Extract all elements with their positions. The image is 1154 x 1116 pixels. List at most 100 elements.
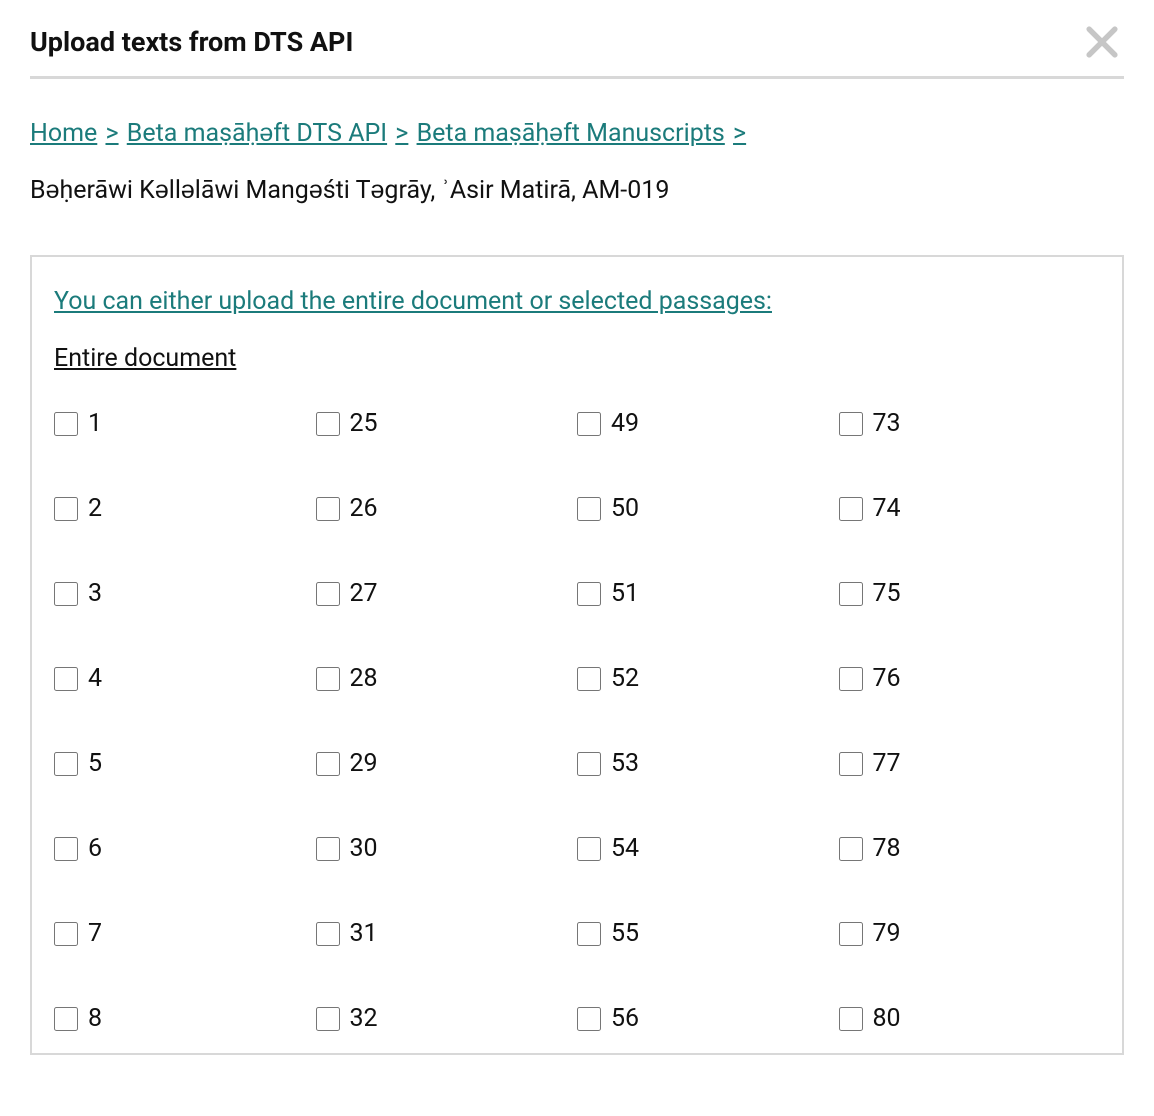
passage-checkbox-item: 29 — [316, 749, 578, 778]
passage-label[interactable]: 29 — [350, 749, 378, 778]
passage-checkbox[interactable] — [54, 412, 78, 436]
close-icon[interactable] — [1080, 20, 1124, 64]
passage-checkbox-item: 78 — [839, 834, 1101, 863]
passage-checkbox[interactable] — [839, 412, 863, 436]
passage-checkbox[interactable] — [839, 837, 863, 861]
passage-label[interactable]: 51 — [611, 579, 639, 608]
passage-checkbox[interactable] — [577, 1007, 601, 1031]
passage-checkbox-item: 30 — [316, 834, 578, 863]
passage-checkbox-item: 79 — [839, 919, 1101, 948]
passage-label[interactable]: 49 — [611, 409, 639, 438]
passage-label[interactable]: 75 — [873, 579, 901, 608]
passage-label[interactable]: 31 — [350, 919, 378, 948]
passage-checkbox-item: 56 — [577, 1004, 839, 1033]
passage-column: 25 26 27 28 29 30 31 32 — [316, 409, 578, 1033]
passage-label[interactable]: 26 — [350, 494, 378, 523]
passage-checkbox[interactable] — [316, 1007, 340, 1031]
passage-checkbox-item: 55 — [577, 919, 839, 948]
passage-label[interactable]: 3 — [88, 579, 102, 608]
breadcrumb-link-dts-api[interactable]: Beta maṣāḥǝft DTS API — [127, 119, 387, 148]
passage-label[interactable]: 30 — [350, 834, 378, 863]
passage-checkbox[interactable] — [54, 752, 78, 776]
passage-label[interactable]: 8 — [88, 1004, 102, 1033]
passage-label[interactable]: 25 — [350, 409, 378, 438]
passage-checkbox[interactable] — [577, 582, 601, 606]
passage-checkbox-item: 28 — [316, 664, 578, 693]
passage-checkbox[interactable] — [839, 497, 863, 521]
passage-checkbox-item: 5 — [54, 749, 316, 778]
passage-checkbox[interactable] — [54, 837, 78, 861]
passage-checkbox[interactable] — [577, 922, 601, 946]
passage-checkbox[interactable] — [839, 667, 863, 691]
passage-checkbox-item: 26 — [316, 494, 578, 523]
passage-checkbox[interactable] — [839, 922, 863, 946]
passages-fieldset: You can either upload the entire documen… — [30, 255, 1124, 1055]
passage-checkbox[interactable] — [577, 667, 601, 691]
passage-checkbox[interactable] — [54, 1007, 78, 1031]
passage-label[interactable]: 50 — [611, 494, 639, 523]
passage-checkbox[interactable] — [316, 497, 340, 521]
passage-column: 73 74 75 76 77 78 79 80 — [839, 409, 1101, 1033]
passage-checkbox-item: 53 — [577, 749, 839, 778]
passage-checkbox[interactable] — [839, 1007, 863, 1031]
breadcrumb-link-home[interactable]: Home — [30, 119, 97, 148]
passage-checkbox[interactable] — [316, 412, 340, 436]
passage-label[interactable]: 7 — [88, 919, 102, 948]
breadcrumb-sep: > — [395, 119, 408, 148]
passage-checkbox[interactable] — [316, 922, 340, 946]
passage-checkbox-item: 54 — [577, 834, 839, 863]
breadcrumb-sep: > — [733, 119, 746, 148]
passage-label[interactable]: 28 — [350, 664, 378, 693]
passage-label[interactable]: 56 — [611, 1004, 639, 1033]
passage-checkbox[interactable] — [577, 752, 601, 776]
passage-checkbox-item: 3 — [54, 579, 316, 608]
passage-label[interactable]: 74 — [873, 494, 901, 523]
passage-label[interactable]: 32 — [350, 1004, 378, 1033]
passage-checkbox-item: 1 — [54, 409, 316, 438]
passage-columns: 1234567825262728293031324950515253545556… — [54, 409, 1100, 1033]
passage-label[interactable]: 27 — [350, 579, 378, 608]
passage-checkbox[interactable] — [316, 837, 340, 861]
passage-checkbox[interactable] — [54, 497, 78, 521]
passage-checkbox-item: 51 — [577, 579, 839, 608]
passage-label[interactable]: 76 — [873, 664, 901, 693]
passage-checkbox-item: 27 — [316, 579, 578, 608]
passage-label[interactable]: 52 — [611, 664, 639, 693]
passage-label[interactable]: 54 — [611, 834, 639, 863]
passage-checkbox[interactable] — [577, 412, 601, 436]
passage-checkbox[interactable] — [839, 582, 863, 606]
breadcrumb-link-manuscripts[interactable]: Beta maṣāḥǝft Manuscripts — [417, 119, 725, 148]
passage-label[interactable]: 4 — [88, 664, 102, 693]
passage-label[interactable]: 1 — [88, 409, 102, 438]
passage-label[interactable]: 5 — [88, 749, 102, 778]
passage-checkbox-item: 80 — [839, 1004, 1101, 1033]
passage-label[interactable]: 77 — [873, 749, 901, 778]
modal-title: Upload texts from DTS API — [30, 26, 353, 58]
passage-checkbox-item: 49 — [577, 409, 839, 438]
passage-label[interactable]: 73 — [873, 409, 901, 438]
passage-label[interactable]: 55 — [611, 919, 639, 948]
passage-checkbox-item: 74 — [839, 494, 1101, 523]
passage-checkbox[interactable] — [577, 837, 601, 861]
passage-checkbox-item: 4 — [54, 664, 316, 693]
passage-label[interactable]: 78 — [873, 834, 901, 863]
passage-checkbox[interactable] — [316, 582, 340, 606]
passage-checkbox[interactable] — [316, 667, 340, 691]
passage-checkbox[interactable] — [54, 582, 78, 606]
passage-checkbox[interactable] — [577, 497, 601, 521]
passage-label[interactable]: 2 — [88, 494, 102, 523]
passage-column: 49 50 51 52 53 54 55 56 — [577, 409, 839, 1033]
passage-label[interactable]: 53 — [611, 749, 639, 778]
passage-checkbox[interactable] — [54, 922, 78, 946]
passage-checkbox[interactable] — [316, 752, 340, 776]
passage-checkbox-item: 77 — [839, 749, 1101, 778]
passage-label[interactable]: 6 — [88, 834, 102, 863]
passage-checkbox-item: 52 — [577, 664, 839, 693]
passage-checkbox-item: 2 — [54, 494, 316, 523]
passage-checkbox[interactable] — [54, 667, 78, 691]
entire-document-link[interactable]: Entire document — [54, 344, 236, 373]
passage-checkbox-item: 7 — [54, 919, 316, 948]
passage-label[interactable]: 80 — [873, 1004, 901, 1033]
passage-label[interactable]: 79 — [873, 919, 901, 948]
passage-checkbox[interactable] — [839, 752, 863, 776]
